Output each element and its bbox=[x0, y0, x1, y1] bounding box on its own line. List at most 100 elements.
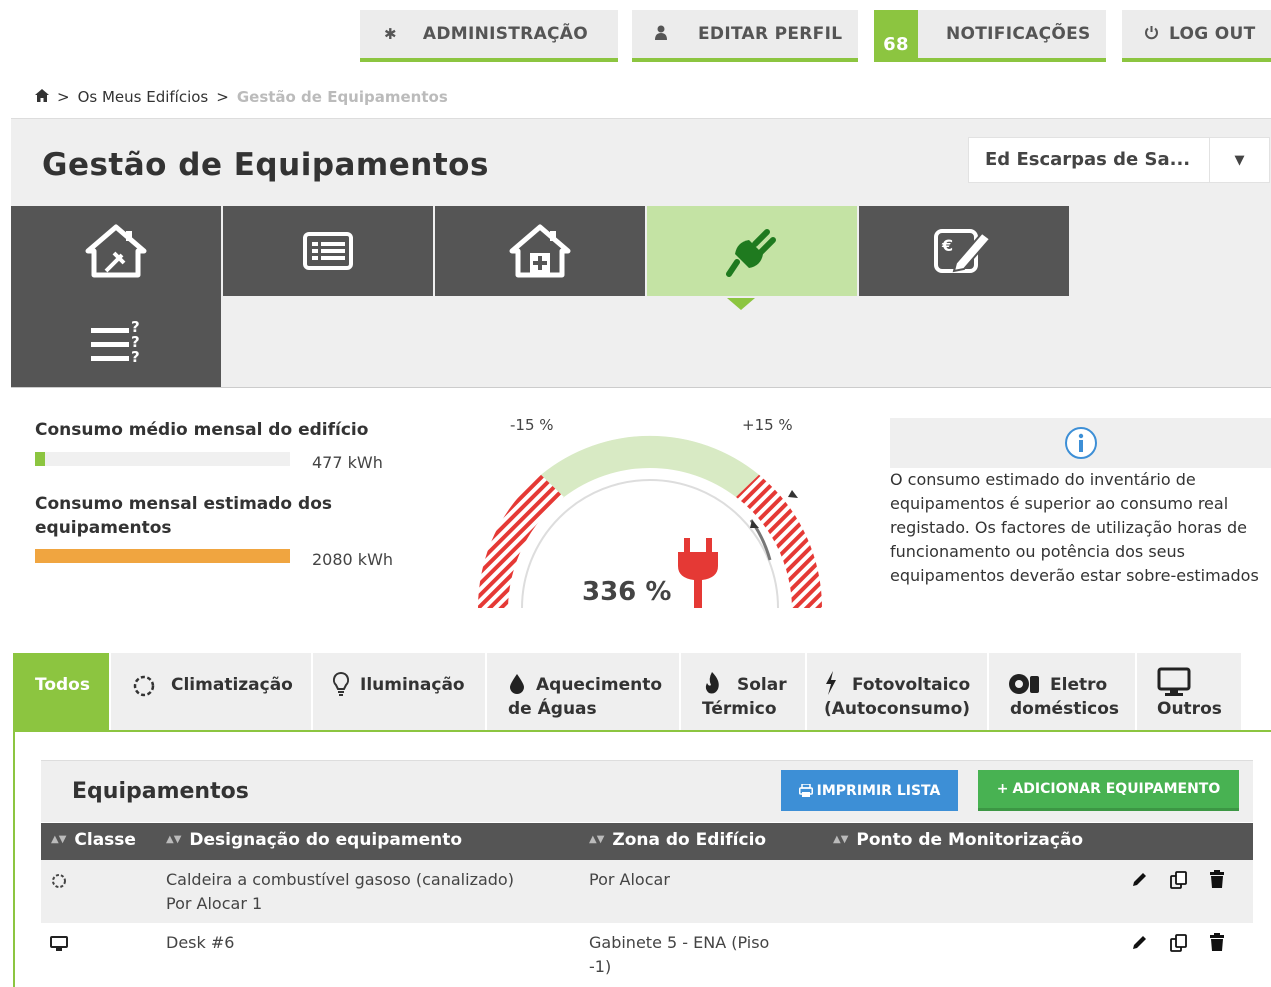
euro-edit-icon: € bbox=[934, 229, 992, 273]
list-question-icon: ? ? ? bbox=[91, 318, 140, 366]
column-ponto[interactable]: ▲▼ Ponto de Monitorização bbox=[833, 830, 1083, 850]
table-row[interactable]: Caldeira a combustível gasoso (canalizad… bbox=[41, 860, 1253, 923]
copy-icon[interactable] bbox=[1169, 870, 1189, 890]
monitor-icon bbox=[50, 936, 68, 951]
building-consumption-bar bbox=[35, 452, 290, 466]
flame-icon bbox=[705, 672, 719, 694]
table-row[interactable]: Desk #6 Gabinete 5 - ENA (Piso -1) bbox=[41, 923, 1253, 986]
tab-solar-label-1: Solar bbox=[737, 675, 787, 695]
row-actions bbox=[1131, 870, 1225, 890]
building-consumption-value: 477 kWh bbox=[312, 453, 383, 472]
zone-line: Por Alocar bbox=[589, 870, 670, 889]
edit-profile-button[interactable]: EDITAR PERFIL bbox=[632, 10, 858, 62]
equipment-title: Equipamentos bbox=[72, 779, 249, 804]
page-title: Gestão de Equipamentos bbox=[42, 147, 489, 183]
breadcrumb-current: Gestão de Equipamentos bbox=[236, 88, 448, 106]
appliances-icon bbox=[1009, 674, 1039, 694]
tab-eletro-label-2: domésticos bbox=[1010, 699, 1120, 719]
print-list-label: IMPRIMIR LISTA bbox=[816, 782, 941, 799]
tab-fotovoltaico-label-2: (Autoconsumo) bbox=[824, 699, 971, 719]
tab-costs[interactable]: € bbox=[859, 206, 1069, 296]
edit-icon[interactable] bbox=[1131, 933, 1149, 951]
breadcrumb-separator: > bbox=[57, 88, 70, 106]
column-designacao-label: Designação do equipamento bbox=[189, 830, 463, 850]
house-energy-icon bbox=[85, 224, 147, 278]
tab-iluminacao-label: Iluminação bbox=[360, 675, 465, 695]
add-equipment-label: ADICIONAR EQUIPAMENTO bbox=[1012, 781, 1221, 797]
equipment-table-header: ▲▼ Classe ▲▼ Designação do equipamento ▲… bbox=[41, 823, 1253, 860]
zone-cell: Por Alocar bbox=[589, 868, 670, 892]
info-box: O consumo estimado do inventário de equi… bbox=[890, 418, 1271, 588]
tab-aquecimento[interactable]: Aquecimento de Águas bbox=[487, 653, 679, 730]
gauge-min-label: -15 % bbox=[510, 416, 554, 434]
class-icon bbox=[50, 872, 68, 897]
copy-icon[interactable] bbox=[1169, 933, 1189, 953]
add-equipment-button[interactable]: + ADICIONAR EQUIPAMENTO bbox=[978, 770, 1239, 811]
notifications-label: NOTIFICAÇÕES bbox=[946, 24, 1091, 44]
tab-todos[interactable]: Todos bbox=[13, 653, 109, 730]
tab-building-add[interactable] bbox=[435, 206, 645, 296]
tab-solar-termico[interactable]: Solar Térmico bbox=[681, 653, 805, 730]
module-tabs: € ? ? ? bbox=[11, 206, 1271, 388]
lightning-icon bbox=[826, 671, 836, 695]
print-list-button[interactable]: IMPRIMIR LISTA bbox=[781, 770, 958, 811]
zone-line: -1) bbox=[589, 957, 612, 976]
gauge-high-zone bbox=[736, 474, 823, 608]
admin-button[interactable]: ✱ ADMINISTRAÇÃO bbox=[360, 10, 618, 62]
building-consumption-fill bbox=[35, 452, 46, 466]
tab-todos-label: Todos bbox=[35, 675, 90, 695]
info-header bbox=[890, 418, 1271, 468]
equipment-panel: Equipamentos IMPRIMIR LISTA + ADICIONAR … bbox=[41, 760, 1253, 987]
edit-icon[interactable] bbox=[1131, 870, 1149, 888]
plug-icon bbox=[726, 229, 776, 277]
gear-icon bbox=[52, 874, 66, 888]
logout-button[interactable]: LOG OUT bbox=[1122, 10, 1271, 62]
category-tabs-underline bbox=[13, 730, 1271, 732]
column-classe-label: Classe bbox=[74, 830, 136, 850]
page-header: Gestão de Equipamentos Ed Escarpas de Sa… bbox=[11, 118, 1271, 206]
svg-text:€: € bbox=[941, 236, 953, 255]
zone-line: Gabinete 5 - ENA (Piso bbox=[589, 933, 770, 952]
gauge-value: 336 % bbox=[582, 577, 671, 607]
category-content-border bbox=[13, 730, 15, 987]
equipment-consumption-label: Consumo mensal estimado dos equipamentos bbox=[35, 494, 332, 538]
tab-eletro-label-1: Eletro bbox=[1050, 675, 1108, 695]
equipment-consumption-value: 2080 kWh bbox=[312, 550, 394, 569]
equipment-panel-header: Equipamentos IMPRIMIR LISTA + ADICIONAR … bbox=[41, 760, 1253, 822]
house-plus-icon bbox=[509, 224, 571, 278]
home-icon[interactable] bbox=[35, 88, 49, 106]
notifications-button[interactable]: 68 NOTIFICAÇÕES bbox=[874, 10, 1106, 62]
tab-eletrodomesticos[interactable]: Eletro domésticos bbox=[989, 653, 1135, 730]
designation-cell: Desk #6 bbox=[166, 931, 234, 955]
trash-icon[interactable] bbox=[1209, 870, 1225, 888]
building-consumption-label: Consumo médio mensal do edifício bbox=[35, 420, 369, 440]
admin-label: ADMINISTRAÇÃO bbox=[422, 24, 589, 44]
tab-climatizacao[interactable]: Climatização bbox=[111, 653, 311, 730]
water-drop-icon bbox=[510, 674, 524, 694]
designation-cell: Caldeira a combustível gasoso (canalizad… bbox=[166, 868, 514, 916]
column-designacao[interactable]: ▲▼ Designação do equipamento bbox=[166, 830, 462, 850]
tab-building-energy[interactable] bbox=[11, 206, 221, 296]
tab-list[interactable] bbox=[223, 206, 433, 296]
class-icon bbox=[50, 935, 68, 959]
svg-text:?: ? bbox=[131, 348, 140, 366]
designation-line: Por Alocar 1 bbox=[166, 894, 263, 913]
tab-equipment[interactable] bbox=[647, 206, 857, 296]
tab-aquecimento-label-1: Aquecimento bbox=[536, 675, 663, 695]
tab-help-list[interactable]: ? ? ? bbox=[11, 296, 221, 387]
building-select[interactable]: Ed Escarpas de Sa... ▼ bbox=[968, 137, 1270, 183]
trash-icon[interactable] bbox=[1209, 933, 1225, 951]
chevron-down-icon[interactable]: ▼ bbox=[1209, 138, 1269, 182]
breadcrumb-my-buildings[interactable]: Os Meus Edifícios bbox=[78, 88, 209, 106]
tab-fotovoltaico[interactable]: Fotovoltaico (Autoconsumo) bbox=[807, 653, 987, 730]
tab-outros[interactable]: Outros bbox=[1137, 653, 1241, 730]
tab-iluminacao[interactable]: Iluminação bbox=[313, 653, 485, 730]
column-zona[interactable]: ▲▼ Zona do Edifício bbox=[589, 830, 766, 850]
active-tab-indicator bbox=[727, 298, 755, 310]
tab-aquecimento-label-2: de Águas bbox=[508, 699, 597, 719]
column-classe[interactable]: ▲▼ Classe bbox=[51, 830, 136, 850]
designation-line: Caldeira a combustível gasoso (canalizad… bbox=[166, 870, 514, 889]
logout-label: LOG OUT bbox=[1169, 24, 1256, 44]
tab-solar-label-2: Térmico bbox=[702, 699, 777, 719]
row-actions bbox=[1131, 933, 1225, 953]
